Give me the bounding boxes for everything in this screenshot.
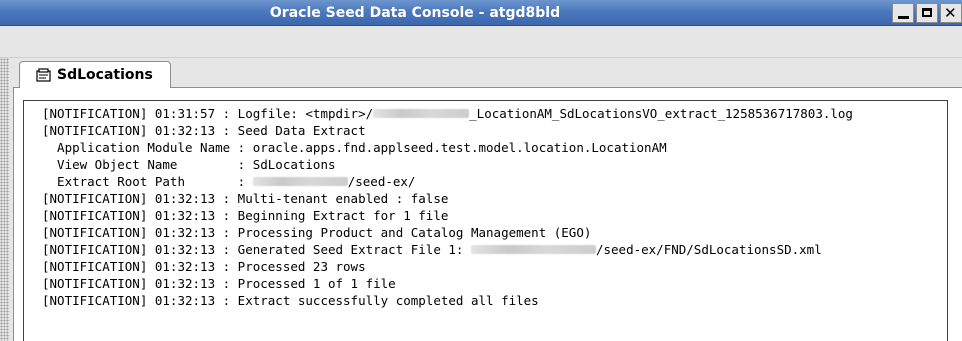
log-line: [NOTIFICATION] 01:32:13 : Extract succes… <box>42 293 539 308</box>
toolbar-area <box>0 26 962 58</box>
tab-sdlocations[interactable]: SdLocations <box>19 61 171 88</box>
log-line: View Object Name : SdLocations <box>42 157 336 172</box>
window-controls: ✕ <box>890 3 962 23</box>
log-line: [NOTIFICATION] 01:32:13 : Processed 1 of… <box>42 276 396 291</box>
minimize-button[interactable] <box>892 3 914 23</box>
log-line: [NOTIFICATION] 01:32:13 : Processing Pro… <box>42 225 592 240</box>
log-line: [NOTIFICATION] 01:32:13 : Generated Seed… <box>42 242 822 257</box>
log-line: [NOTIFICATION] 01:31:57 : Logfile: <tmpd… <box>42 106 853 121</box>
log-output[interactable]: [NOTIFICATION] 01:31:57 : Logfile: <tmpd… <box>23 100 948 341</box>
minimize-icon <box>898 16 909 19</box>
close-icon: ✕ <box>944 4 957 22</box>
tab-document-icon <box>36 68 51 82</box>
window-title: Oracle Seed Data Console - atgd8bld <box>269 5 561 21</box>
redacted-text <box>252 177 348 186</box>
side-grip[interactable] <box>0 58 9 341</box>
log-line: [NOTIFICATION] 01:32:13 : Beginning Extr… <box>42 208 449 223</box>
maximize-icon <box>922 8 932 17</box>
log-line: [NOTIFICATION] 01:32:13 : Processed 23 r… <box>42 259 366 274</box>
title-bar[interactable]: Oracle Seed Data Console - atgd8bld ✕ <box>0 0 962 26</box>
redacted-text <box>470 245 596 254</box>
log-line: Application Module Name : oracle.apps.fn… <box>42 140 667 155</box>
log-line: Extract Root Path : /seed-ex/ <box>42 174 416 189</box>
tab-label: SdLocations <box>57 67 153 83</box>
log-line: [NOTIFICATION] 01:32:13 : Multi-tenant e… <box>42 191 449 206</box>
log-line: [NOTIFICATION] 01:32:13 : Seed Data Extr… <box>42 123 366 138</box>
close-button[interactable]: ✕ <box>940 3 962 23</box>
maximize-button[interactable] <box>916 3 938 23</box>
redacted-text <box>373 109 470 118</box>
